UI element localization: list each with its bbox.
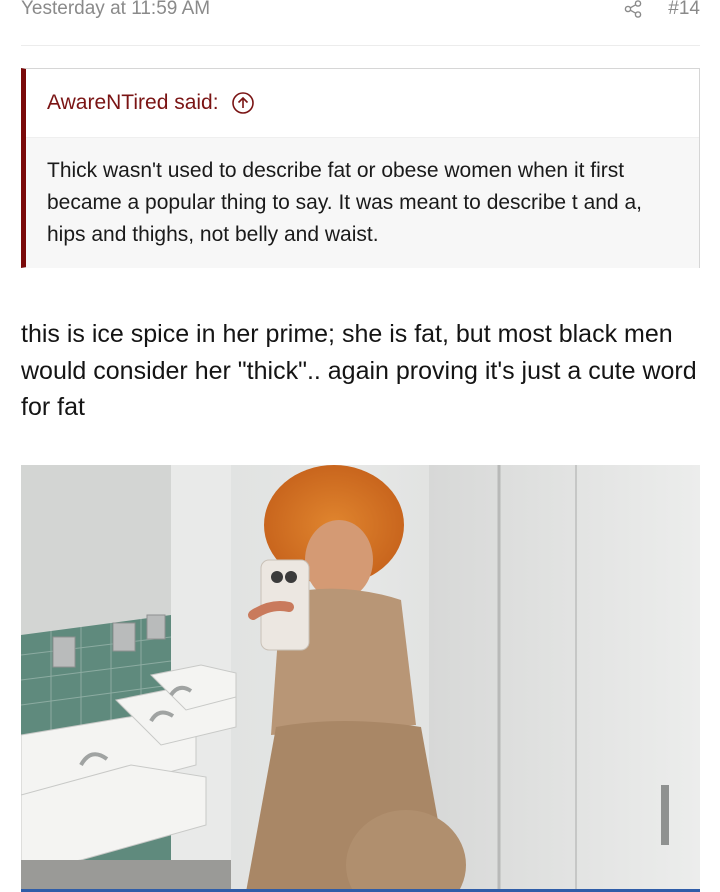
share-icon[interactable] xyxy=(622,0,644,20)
attached-photo[interactable] xyxy=(21,465,700,892)
quote-header: AwareNTired said: xyxy=(26,69,699,138)
quote-body: Thick wasn't used to describe fat or obe… xyxy=(26,138,699,268)
post-number-link[interactable]: #14 xyxy=(668,0,700,20)
quote-block: AwareNTired said: Thick wasn't used to d… xyxy=(21,68,700,268)
quote-author-link[interactable]: AwareNTired said: xyxy=(47,91,219,115)
arrow-up-circle-icon[interactable] xyxy=(231,91,255,115)
post-meta: Yesterday at 11:59 AM #14 xyxy=(21,0,700,24)
header-divider xyxy=(21,45,700,46)
post-timestamp[interactable]: Yesterday at 11:59 AM xyxy=(21,0,210,20)
post-message: this is ice spice in her prime; she is f… xyxy=(21,320,697,421)
